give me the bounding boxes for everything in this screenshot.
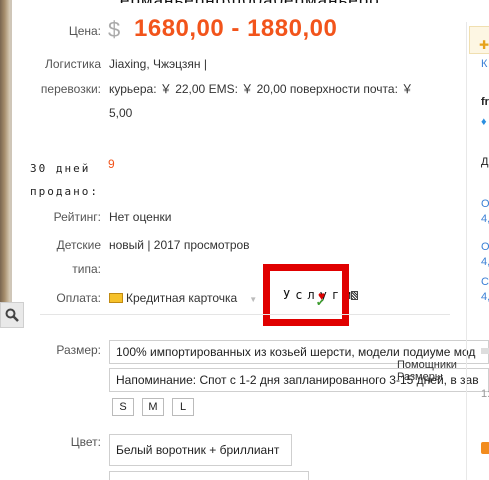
seller-panel: ✚ К fr ♦ Д О 4, О 4, С 4, 1: [466, 22, 489, 480]
size-button-s[interactable]: S [112, 398, 134, 416]
divider [40, 314, 450, 315]
payment-method[interactable]: Кредитная карточка ▼ [109, 290, 257, 308]
tooltip-line-2: Размеры [397, 371, 443, 383]
sold-label-line1: 30 дней [30, 162, 91, 175]
size-button-l[interactable]: L [172, 398, 194, 416]
dropdown-arrow-icon: ▼ [249, 295, 258, 304]
panel-text-8: 4, [481, 291, 489, 303]
size-label: Размер: [56, 343, 101, 357]
diamond-icon: ♦ [481, 116, 487, 128]
color-option-1[interactable]: Белый воротник + бриллиант [109, 434, 292, 466]
kids-type-value: новый | 2017 просмотров [109, 238, 250, 252]
kids-type-label-1: Детские [56, 238, 101, 252]
kids-type-label-2: типа: [72, 262, 101, 276]
rating-value: Нет оценки [109, 210, 172, 224]
price-label: Цена: [68, 24, 101, 38]
logistics-rates-cont: 5,00 [109, 106, 133, 120]
product-image-strip [0, 0, 24, 330]
cart-icon[interactable] [481, 442, 489, 454]
panel-text-4: 4, [481, 213, 489, 225]
zoom-button[interactable] [0, 302, 24, 328]
sold-label-line2: продано: [30, 185, 99, 198]
payment-label: Оплата: [56, 291, 101, 305]
panel-text-k[interactable]: К [481, 58, 487, 70]
color-label: Цвет: [70, 435, 101, 449]
product-photo[interactable] [0, 0, 12, 302]
panel-text-2: Д [481, 156, 489, 168]
panel-text-9: 1: [481, 388, 489, 400]
tooltip-line-1: Помощники [397, 359, 457, 371]
panel-text-7[interactable]: С [481, 276, 489, 288]
panel-text-3[interactable]: О [481, 198, 489, 210]
panel-divider [481, 348, 489, 354]
price-value: 1680,00 - 1880,00 [134, 15, 338, 42]
grid-icon [351, 291, 358, 300]
logistics-origin: Jiaxing, Чжэцзян | [109, 57, 207, 71]
logistics-label-2: перевозки: [40, 82, 101, 96]
magnifier-icon [5, 308, 19, 322]
sold-label: 30 дней продано: [30, 157, 140, 203]
logistics-label-1: Логистика [44, 57, 101, 71]
payment-method-text: Кредитная карточка [126, 291, 238, 305]
size-helper-tooltip[interactable]: Помощники Размеры [397, 359, 457, 383]
shop-icon: ✚ [479, 38, 489, 52]
highlight-box [263, 264, 349, 326]
panel-text-1: fr [481, 96, 489, 108]
panel-text-6: 4, [481, 256, 489, 268]
panel-text-5[interactable]: О [481, 241, 489, 253]
logistics-rates: курьера: ￥ 22,00 EMS: ￥ 20,00 поверхност… [109, 82, 414, 96]
sold-count: 9 [108, 157, 115, 171]
price-currency: $ [108, 17, 121, 42]
color-option-2[interactable] [109, 471, 309, 480]
rating-label: Рейтинг: [53, 210, 101, 224]
credit-card-icon [109, 293, 123, 303]
size-button-m[interactable]: M [142, 398, 164, 416]
product-title-clipped: ерманьерно\u00a0ерманьеро\u00a0ерманье\u… [120, 0, 380, 3]
